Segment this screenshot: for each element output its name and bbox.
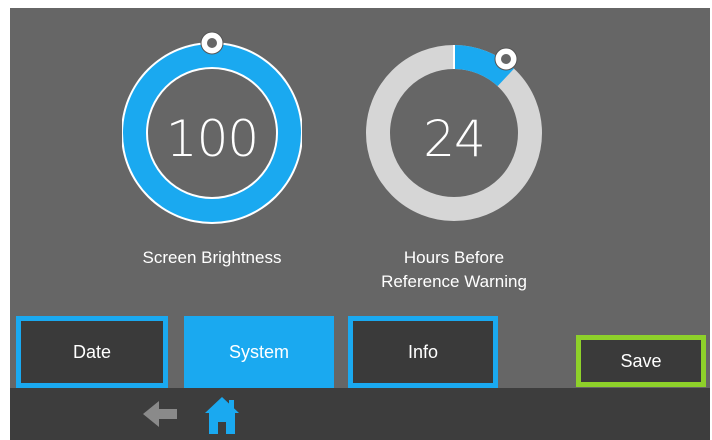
hours-warning-dial[interactable]: 24 Hours Before Reference Warning	[364, 8, 544, 291]
tab-info-label: Info	[407, 341, 439, 362]
hours-warning-value: 24	[423, 110, 486, 168]
slider-knob-center	[207, 38, 217, 48]
save-button[interactable]: Save	[576, 335, 706, 387]
tab-date-label: Date	[72, 341, 112, 362]
tab-date[interactable]: Date	[16, 316, 168, 388]
save-button-label: Save	[620, 350, 662, 371]
arrow-left-icon[interactable]	[140, 394, 180, 434]
tab-info[interactable]: Info	[348, 316, 498, 388]
hours-warning-label: Hours Before Reference Warning	[381, 248, 527, 291]
screen-brightness-dial[interactable]: 100 Screen Brightness	[122, 8, 302, 267]
bottom-nav-bar	[10, 388, 710, 440]
screen-brightness-label: Screen Brightness	[142, 248, 282, 267]
screen-brightness-value: 100	[165, 110, 259, 168]
tab-system-label: System	[228, 341, 289, 362]
tab-system[interactable]: System	[184, 316, 334, 388]
home-icon[interactable]	[202, 394, 242, 434]
slider-knob-center	[501, 54, 511, 64]
device-screen: 100 Screen Brightness 24 Hours Before Re…	[10, 8, 710, 440]
